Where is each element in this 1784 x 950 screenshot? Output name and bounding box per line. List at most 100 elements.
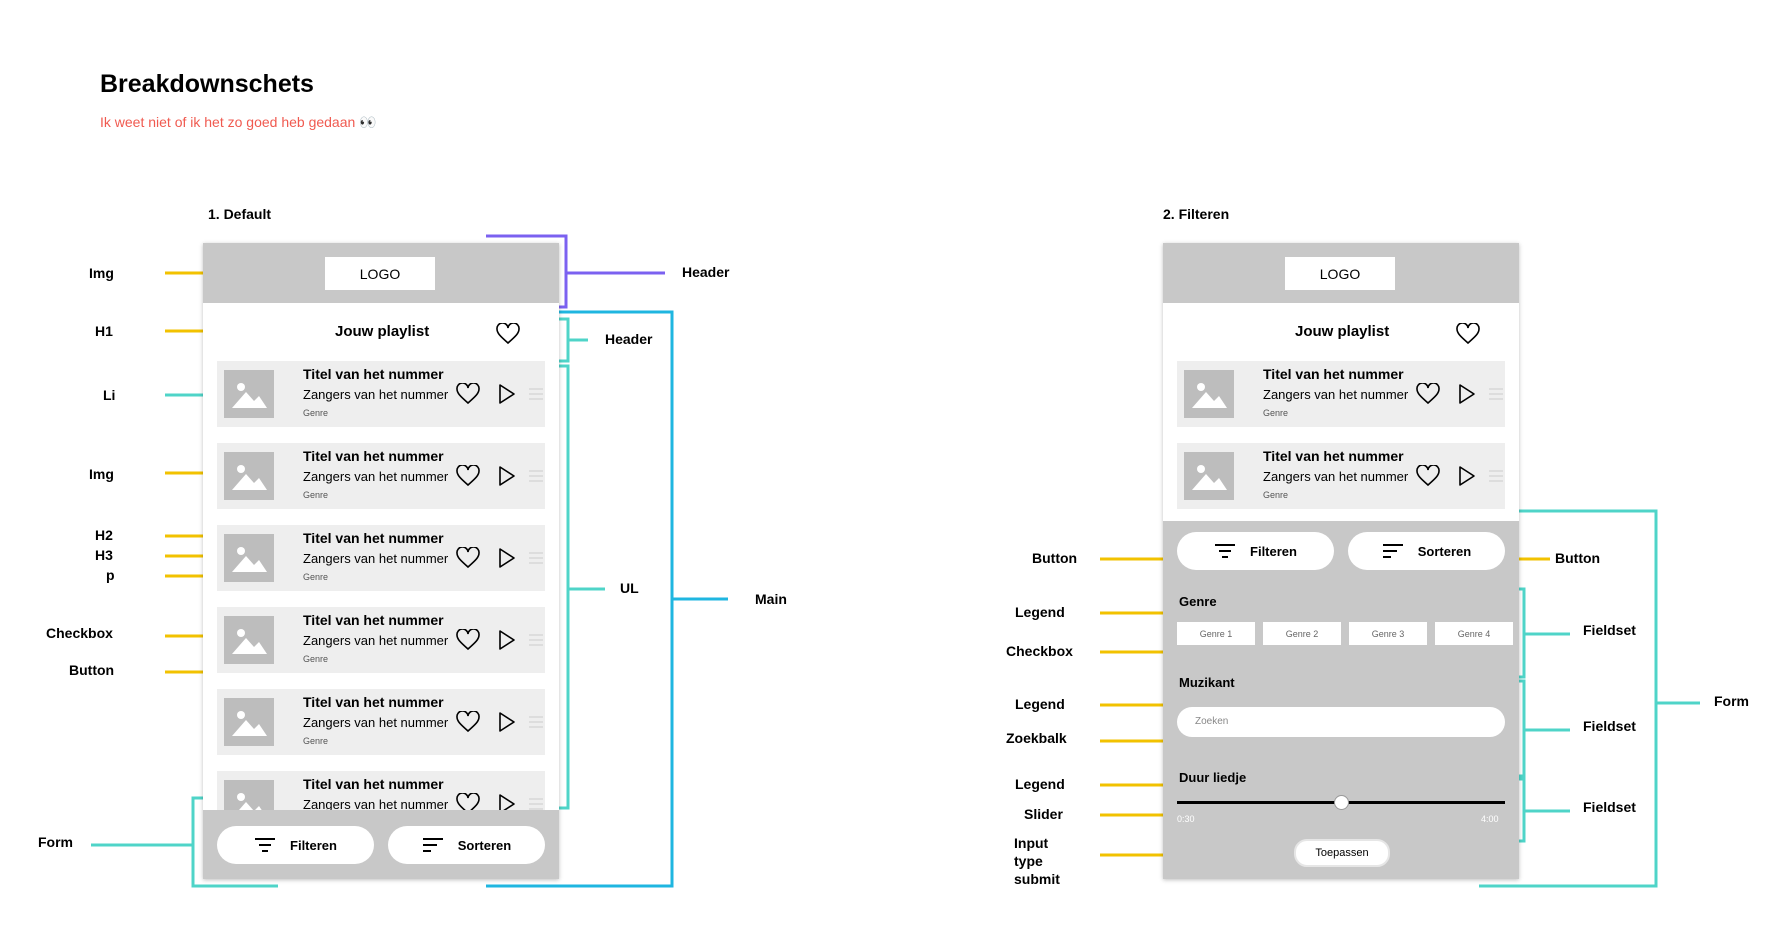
label-h3: H3 [95, 547, 113, 563]
filter-button-label: Filteren [1250, 543, 1297, 559]
slider-min-label: 0:30 [1177, 814, 1195, 824]
label-button: Button [1032, 550, 1078, 566]
list-item[interactable]: Titel van het nummer Zangers van het numm… [217, 689, 545, 755]
genre-checkbox[interactable]: Genre 4 [1435, 622, 1513, 645]
song-title: Titel van het nummer [1263, 448, 1404, 464]
label-form: Form [38, 834, 73, 850]
label-input-submit: Input type submit [1014, 835, 1060, 887]
label-fieldset: Fieldset [1583, 622, 1636, 638]
label-h2: H2 [95, 527, 113, 543]
list-item[interactable]: Titel van het nummer Zangers van het numm… [217, 771, 545, 810]
label-li: Li [103, 387, 116, 403]
genre-checkbox[interactable]: Genre 1 [1177, 622, 1255, 645]
song-artist: Zangers van het nummer [303, 715, 449, 730]
play-icon[interactable] [498, 547, 516, 569]
list-item[interactable]: Titel van het nummer Zangers van het numm… [1177, 443, 1505, 509]
label-button: Button [69, 662, 115, 678]
list-item[interactable]: Titel van het nummer Zangers van het numm… [217, 361, 545, 427]
filter-form: Filteren Sorteren Genre Genre 1 Genre 2 … [1163, 521, 1519, 879]
section-title-default: 1. Default [208, 206, 272, 222]
filter-button[interactable]: Filteren [1177, 532, 1334, 570]
legend-duration: Duur liedje [1179, 770, 1247, 785]
drag-handle-icon[interactable] [529, 552, 543, 564]
heart-icon[interactable] [456, 465, 480, 487]
song-genre: Genre [303, 408, 329, 418]
drag-handle-icon[interactable] [1489, 388, 1503, 400]
heart-icon[interactable] [1416, 465, 1440, 487]
heart-icon[interactable] [456, 547, 480, 569]
label-checkbox: Checkbox [1006, 643, 1073, 659]
image-placeholder-icon [1184, 370, 1234, 418]
song-genre: Genre [303, 736, 329, 746]
heart-icon[interactable] [456, 711, 480, 733]
section-title-filteren: 2. Filteren [1163, 206, 1230, 222]
song-artist: Zangers van het nummer [303, 387, 449, 402]
drag-handle-icon[interactable] [529, 716, 543, 728]
play-icon[interactable] [498, 383, 516, 405]
filter-icon [1215, 544, 1236, 558]
phone-filteren: LOGO Jouw playlist Titel van het nummer Z… [1163, 243, 1519, 879]
slider-knob[interactable] [1334, 795, 1349, 810]
label-legend: Legend [1015, 776, 1065, 792]
genre-checkbox[interactable]: Genre 2 [1263, 622, 1341, 645]
heart-icon[interactable] [1456, 323, 1480, 345]
label-slider: Slider [1024, 806, 1063, 822]
label-img: Img [89, 466, 114, 482]
filter-button-label: Filteren [290, 837, 337, 853]
play-icon[interactable] [498, 793, 516, 810]
label-checkbox: Checkbox [46, 625, 113, 641]
heart-icon[interactable] [456, 793, 480, 810]
drag-handle-icon[interactable] [529, 634, 543, 646]
list-item[interactable]: Titel van het nummer Zangers van het numm… [1177, 361, 1505, 427]
image-placeholder-icon [224, 616, 274, 664]
label-button: Button [1555, 550, 1601, 566]
drag-handle-icon[interactable] [529, 798, 543, 810]
filter-icon [255, 838, 276, 852]
play-icon[interactable] [1458, 383, 1476, 405]
play-icon[interactable] [498, 711, 516, 733]
playlist-title: Jouw playlist [1295, 323, 1390, 340]
image-placeholder-icon [224, 698, 274, 746]
song-artist: Zangers van het nummer [303, 797, 449, 810]
song-artist: Zangers van het nummer [303, 469, 449, 484]
heart-icon[interactable] [456, 629, 480, 651]
song-artist: Zangers van het nummer [303, 633, 449, 648]
image-placeholder-icon [1184, 452, 1234, 500]
play-icon[interactable] [498, 629, 516, 651]
sort-button-label: Sorteren [1417, 543, 1472, 559]
play-icon[interactable] [1458, 465, 1476, 487]
song-artist: Zangers van het nummer [1263, 387, 1409, 402]
sort-icon [1382, 544, 1403, 558]
slider-max-label: 4:00 [1481, 814, 1499, 824]
heart-icon[interactable] [1416, 383, 1440, 405]
song-genre: Genre [303, 572, 329, 582]
drag-handle-icon[interactable] [529, 388, 543, 400]
phone-header: LOGO [1163, 243, 1519, 303]
sort-button[interactable]: Sorteren [388, 826, 545, 864]
genre-checkbox[interactable]: Genre 3 [1349, 622, 1427, 645]
heart-icon[interactable] [456, 383, 480, 405]
label-header: Header [605, 331, 653, 347]
image-placeholder-icon [224, 370, 274, 418]
sort-button-label: Sorteren [457, 837, 512, 853]
song-title: Titel van het nummer [303, 448, 444, 464]
list-item[interactable]: Titel van het nummer Zangers van het numm… [217, 443, 545, 509]
sort-icon [422, 838, 443, 852]
song-title: Titel van het nummer [303, 530, 444, 546]
search-input[interactable]: Zoeken [1177, 707, 1505, 737]
sort-button[interactable]: Sorteren [1348, 532, 1505, 570]
label-zoekbalk: Zoekbalk [1006, 730, 1067, 746]
filter-form: Filteren Sorteren [203, 810, 559, 879]
song-title: Titel van het nummer [303, 612, 444, 628]
submit-button[interactable]: Toepassen [1294, 839, 1390, 867]
label-img: Img [89, 265, 114, 281]
page-title: Breakdownschets [100, 70, 314, 98]
filter-button[interactable]: Filteren [217, 826, 374, 864]
legend-genre: Genre [1179, 594, 1217, 609]
song-title: Titel van het nummer [1263, 366, 1404, 382]
drag-handle-icon[interactable] [1489, 470, 1503, 482]
list-item[interactable]: Titel van het nummer Zangers van het numm… [217, 607, 545, 673]
drag-handle-icon[interactable] [529, 470, 543, 482]
list-item[interactable]: Titel van het nummer Zangers van het numm… [217, 525, 545, 591]
play-icon[interactable] [498, 465, 516, 487]
